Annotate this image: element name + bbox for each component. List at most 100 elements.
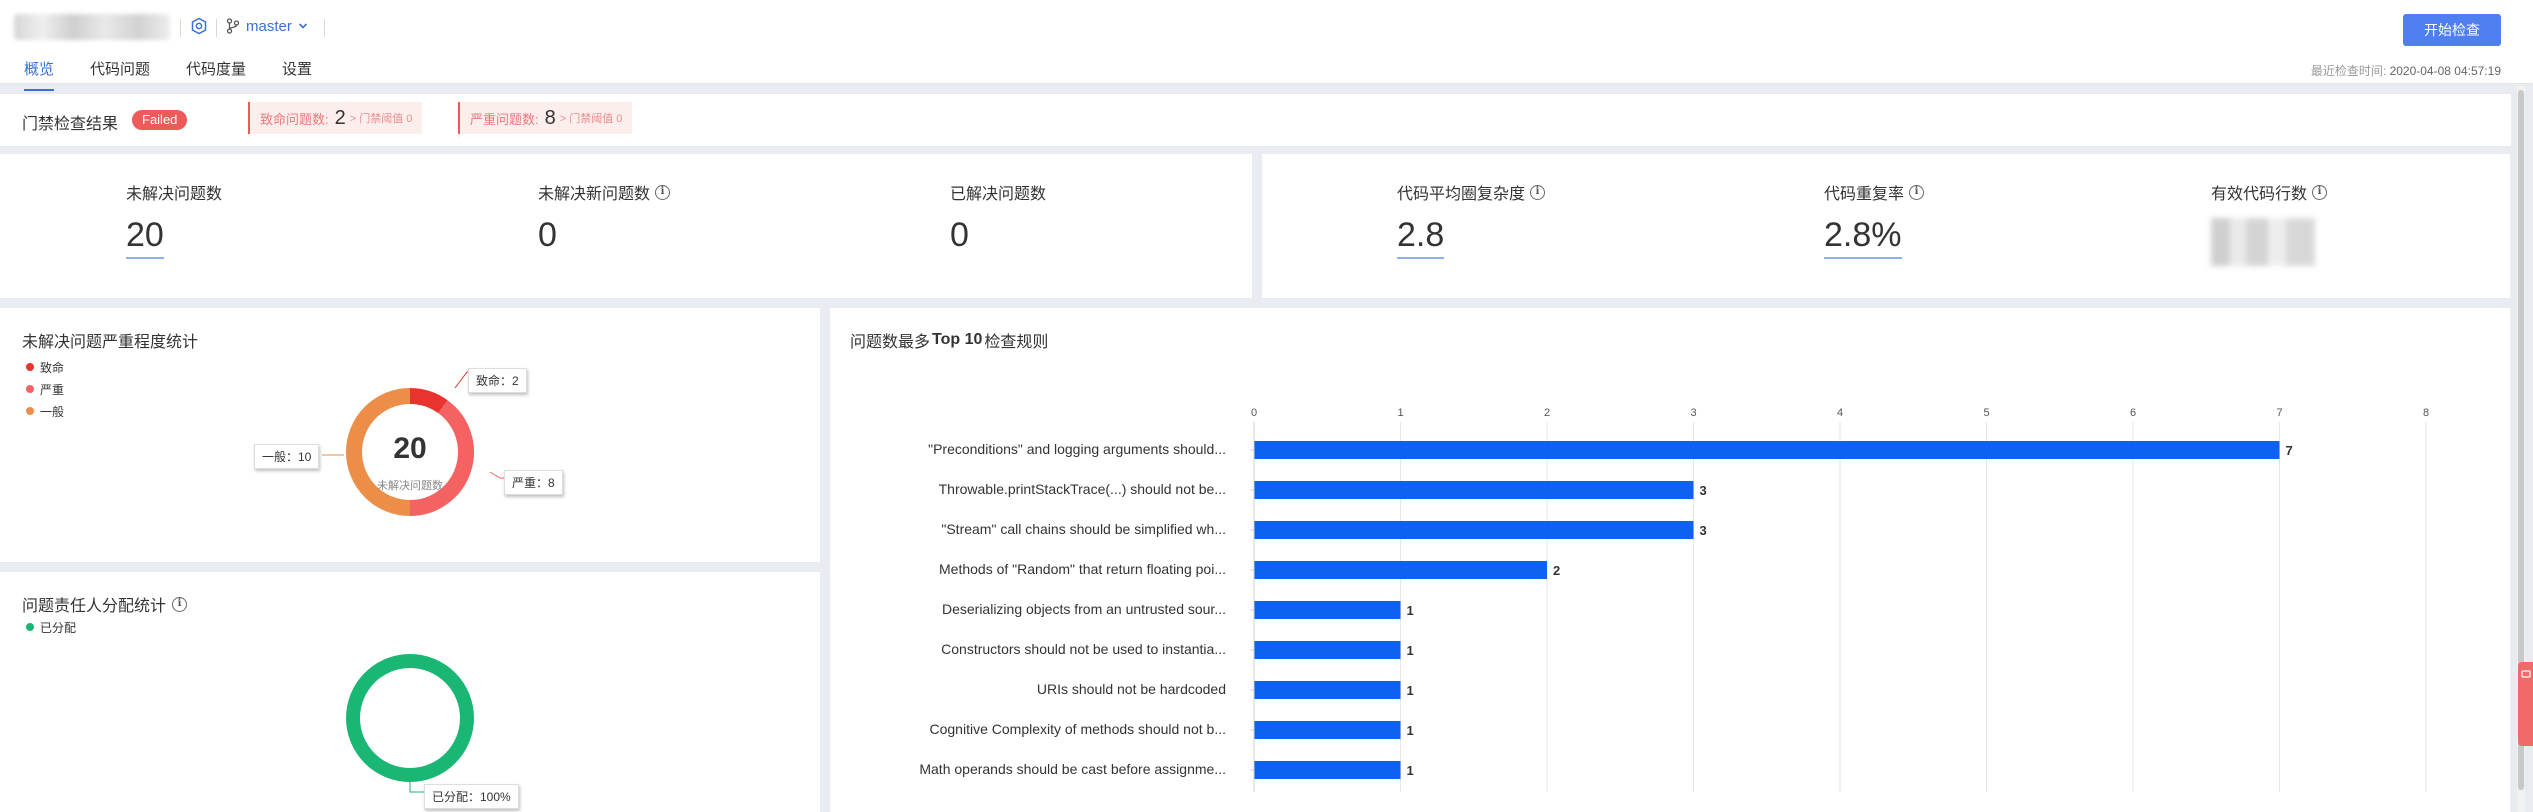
- branch-selector[interactable]: master: [226, 15, 308, 37]
- gate-title: 门禁检查结果: [22, 116, 119, 133]
- tab-code-metrics[interactable]: 代码度量: [186, 58, 246, 91]
- stat-label: 有效代码行数: [2211, 186, 2308, 203]
- gate-fatal-threshold: > 门禁阈值 0: [349, 113, 413, 125]
- stat-label: 未解决问题数: [126, 186, 223, 203]
- info-icon[interactable]: i: [655, 184, 671, 200]
- bar-value-label: 1: [1407, 723, 1414, 738]
- severity-panel: 未解决问题严重程度统计 致命 严重 一般 20 未解决问题数 致命：2 严重：8…: [0, 308, 820, 562]
- category-label: "Stream" call chains should be simplifie…: [941, 521, 1226, 537]
- donut-center-label: 未解决问题数: [377, 478, 443, 492]
- stat-unresolved[interactable]: 未解决问题数 20: [126, 180, 222, 259]
- assignment-panel: 问题责任人分配统计 i 已分配 已分配：100%: [0, 572, 820, 812]
- repository-icon[interactable]: [190, 17, 208, 35]
- x-tick-label: 5: [1983, 407, 1989, 419]
- x-tick-label: 4: [1837, 407, 1843, 419]
- x-tick-label: 7: [2276, 407, 2282, 419]
- donut-center-value: 20: [393, 432, 426, 465]
- callout-serious: 严重：8: [504, 470, 563, 495]
- top-rules-bar-chart: 0 1 2 3 4 5 6 7 8 "Preconditions" and logging arg…: [919, 407, 2429, 792]
- gate-serious-box: 严重问题数: 8 > 门禁阈值 0: [458, 102, 633, 134]
- stat-value[interactable]: 20: [126, 216, 164, 259]
- top-header: master 概览 代码问题 代码度量 设置 开始检查 最近检查时间: 2020…: [0, 0, 2533, 91]
- category-label: Methods of "Random" that return floating…: [939, 561, 1226, 577]
- bar[interactable]: [1254, 721, 1401, 739]
- x-tick-label: 3: [1690, 407, 1696, 419]
- stat-resolved: 已解决问题数 0: [950, 180, 1046, 257]
- stat-label: 未解决新问题数: [538, 186, 651, 203]
- tab-settings[interactable]: 设置: [282, 58, 312, 91]
- last-check-label: 最近检查时间:: [2310, 64, 2387, 78]
- bar[interactable]: [1254, 601, 1401, 619]
- start-check-button[interactable]: 开始检查: [2403, 14, 2501, 46]
- stat-value[interactable]: 2.8: [1397, 216, 1445, 259]
- last-check-time: 最近检查时间: 2020-04-08 04:57:19: [2311, 62, 2501, 79]
- gate-serious-value: 8: [544, 106, 556, 129]
- bar[interactable]: [1254, 521, 1694, 539]
- bar-value-label: 1: [1407, 643, 1414, 658]
- stat-label: 已解决问题数: [950, 186, 1047, 203]
- category-label: Deserializing objects from an untrusted …: [942, 601, 1226, 617]
- info-icon[interactable]: i: [2312, 184, 2328, 200]
- bar-value-label: 7: [2286, 443, 2293, 458]
- top-rules-panel: 问题数最多 Top 10 检查规则 0 1 2 3 4 5 6 7 8 "Preconditions"…: [830, 308, 2510, 812]
- bar-value-label: 1: [1407, 763, 1414, 778]
- git-branch-icon: [226, 18, 240, 34]
- x-tick-label: 1: [1397, 407, 1403, 419]
- bar[interactable]: [1254, 641, 1401, 659]
- category-label: URIs should not be hardcoded: [1037, 681, 1226, 697]
- gate-serious-threshold: > 门禁阈值 0: [559, 113, 623, 125]
- bar[interactable]: [1254, 561, 1547, 579]
- issue-stats-card: 未解决问题数 20 未解决新问题数 i 0 已解决问题数 0: [0, 154, 1252, 298]
- category-label: Constructors should not be used to insta…: [941, 641, 1226, 657]
- callout-general: 一般：10: [254, 444, 320, 469]
- divider: [216, 19, 217, 37]
- bar[interactable]: [1254, 761, 1401, 779]
- bar-value-label: 2: [1553, 563, 1560, 578]
- callout-fatal: 致命：2: [468, 368, 527, 393]
- stat-lines-of-code: 有效代码行数 i: [2211, 180, 2328, 266]
- repo-name-blurred: [14, 14, 170, 40]
- tab-bar: 概览 代码问题 代码度量 设置: [24, 58, 312, 91]
- gate-fatal-label: 致命问题数:: [260, 111, 329, 127]
- divider: [180, 19, 181, 37]
- bar-value-label: 3: [1700, 523, 1707, 538]
- category-label: Cognitive Complexity of methods should n…: [930, 721, 1227, 737]
- gate-fatal-box: 致命问题数: 2 > 门禁阈值 0: [248, 102, 423, 134]
- bar-value-label: 1: [1407, 603, 1414, 618]
- code-metrics-card: 代码平均圈复杂度 i 2.8 代码重复率 i 2.8% 有效代码行数 i: [1262, 154, 2510, 298]
- x-tick-label: 0: [1251, 407, 1257, 419]
- stat-duplication[interactable]: 代码重复率 i 2.8%: [1824, 180, 1925, 259]
- gate-fatal-value: 2: [334, 106, 346, 129]
- chat-icon: [2520, 670, 2531, 678]
- stat-label: 代码重复率: [1824, 186, 1905, 203]
- stat-new-unresolved: 未解决新问题数 i 0: [538, 180, 671, 257]
- bar[interactable]: [1254, 481, 1694, 499]
- bar[interactable]: [1254, 681, 1401, 699]
- feedback-float-tab[interactable]: [2518, 662, 2533, 746]
- branch-name: master: [246, 17, 292, 35]
- gate-check-bar: 门禁检查结果 Failed 致命问题数: 2 > 门禁阈值 0 严重问题数: 8…: [0, 94, 2511, 146]
- callout-assigned: 已分配：100%: [424, 784, 519, 809]
- category-label: "Preconditions" and logging arguments sh…: [928, 441, 1226, 457]
- divider: [324, 19, 325, 37]
- stat-value[interactable]: 2.8%: [1824, 216, 1902, 259]
- assign-ring: [346, 654, 474, 782]
- status-badge: Failed: [132, 110, 188, 130]
- severity-donut-chart: 20 未解决问题数: [322, 371, 506, 516]
- tab-overview[interactable]: 概览: [24, 58, 55, 91]
- bar-value-label: 3: [1700, 483, 1707, 498]
- chevron-down-icon: [298, 23, 307, 29]
- assign-donut-chart: [346, 654, 474, 793]
- x-tick-label: 8: [2423, 407, 2429, 419]
- info-icon[interactable]: i: [1909, 184, 1925, 200]
- info-icon[interactable]: i: [1530, 184, 1546, 200]
- stat-complexity[interactable]: 代码平均圈复杂度 i 2.8: [1397, 180, 1546, 259]
- category-label: Math operands should be cast before assi…: [919, 761, 1226, 777]
- bar[interactable]: [1254, 441, 2280, 459]
- gate-serious-label: 严重问题数:: [470, 111, 539, 127]
- loc-value-blurred: [2211, 218, 2315, 266]
- donut-slice-fatal[interactable]: [409, 388, 448, 414]
- tab-code-issues[interactable]: 代码问题: [90, 58, 150, 91]
- x-tick-label: 2: [1544, 407, 1550, 419]
- bar-value-label: 1: [1407, 683, 1414, 698]
